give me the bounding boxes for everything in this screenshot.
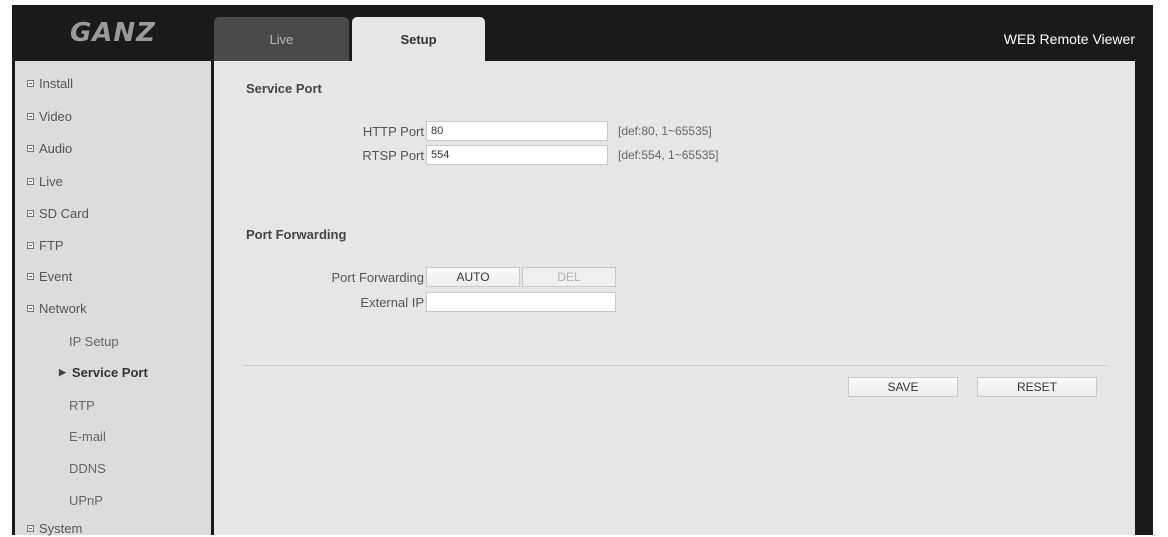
sidebar-subitem-rtp[interactable]: RTP (69, 396, 95, 414)
sidebar-subitem-label: DDNS (69, 460, 106, 476)
sidebar-subitem-label: Service Port (71, 364, 148, 380)
sidebar-item-label: Audio (39, 140, 73, 156)
expand-icon (27, 112, 34, 120)
sidebar-subitem-ip-setup[interactable]: IP Setup (69, 332, 119, 350)
sidebar-item-label: Install (39, 75, 73, 91)
sidebar-item-label: SD Card (39, 205, 89, 221)
sidebar-item-audio[interactable]: Audio (27, 139, 72, 157)
external-ip-label: External IP (360, 295, 424, 310)
logo-area: GANZ (12, 5, 214, 61)
viewer-title: WEB Remote Viewer (1003, 31, 1135, 47)
rtsp-port-hint: [def:554, 1~65535] (618, 148, 719, 162)
http-port-label: HTTP Port (362, 124, 424, 139)
expand-icon (27, 241, 34, 249)
sidebar-item-video[interactable]: Video (27, 107, 72, 125)
app-frame: GANZ Live Setup WEB Remote Viewer Instal… (12, 5, 1153, 537)
tab-setup[interactable]: Setup (352, 17, 485, 61)
sidebar-item-sd-card[interactable]: SD Card (27, 204, 89, 222)
sidebar-subitem-service-port[interactable]: ▶ Service Port (59, 363, 148, 381)
section-divider (244, 365, 1108, 366)
sidebar-item-ftp[interactable]: FTP (27, 236, 64, 254)
sidebar-item-label: Video (39, 108, 73, 124)
caret-right-icon: ▶ (59, 366, 66, 377)
sidebar: Install Video Audio Live SD Card FTP Eve… (15, 61, 211, 537)
sidebar-subitem-label: E-mail (69, 428, 106, 444)
sidebar-item-system[interactable]: System (27, 519, 82, 537)
reset-button[interactable]: RESET (977, 377, 1097, 397)
settings-panel: Service Port HTTP Port [def:80, 1~65535]… (214, 61, 1135, 535)
del-button[interactable]: DEL (522, 267, 616, 287)
collapse-icon (27, 304, 34, 312)
sidebar-item-event[interactable]: Event (27, 267, 72, 285)
sidebar-subitem-email[interactable]: E-mail (69, 427, 106, 445)
http-port-hint: [def:80, 1~65535] (618, 124, 712, 138)
sidebar-subitem-upnp[interactable]: UPnP (69, 491, 103, 509)
expand-icon (27, 177, 34, 185)
sidebar-item-network[interactable]: Network (27, 299, 87, 317)
sidebar-subitem-label: IP Setup (69, 333, 119, 349)
expand-icon (27, 79, 34, 87)
save-button[interactable]: SAVE (848, 377, 958, 397)
sidebar-subitem-ddns[interactable]: DDNS (69, 459, 106, 477)
sidebar-item-label: Live (39, 173, 63, 189)
service-port-title: Service Port (246, 81, 322, 96)
port-forwarding-label: Port Forwarding (331, 270, 424, 285)
sidebar-subitem-label: UPnP (69, 492, 103, 508)
sidebar-item-label: System (39, 520, 83, 536)
rtsp-port-input[interactable] (426, 145, 608, 165)
sidebar-item-label: FTP (39, 237, 64, 253)
sidebar-item-live[interactable]: Live (27, 172, 63, 190)
sidebar-item-label: Network (39, 300, 87, 316)
port-forwarding-title: Port Forwarding (246, 227, 347, 242)
sidebar-item-label: Event (39, 268, 73, 284)
auto-button[interactable]: AUTO (426, 267, 520, 287)
tab-live[interactable]: Live (214, 17, 349, 61)
expand-icon (27, 272, 34, 280)
ganz-logo: GANZ (69, 18, 157, 48)
http-port-input[interactable] (426, 121, 608, 141)
external-ip-input[interactable] (426, 292, 616, 312)
expand-icon (27, 524, 34, 532)
sidebar-subitem-label: RTP (69, 397, 95, 413)
rtsp-port-label: RTSP Port (362, 148, 424, 163)
expand-icon (27, 209, 34, 217)
expand-icon (27, 144, 34, 152)
sidebar-item-install[interactable]: Install (27, 74, 73, 92)
